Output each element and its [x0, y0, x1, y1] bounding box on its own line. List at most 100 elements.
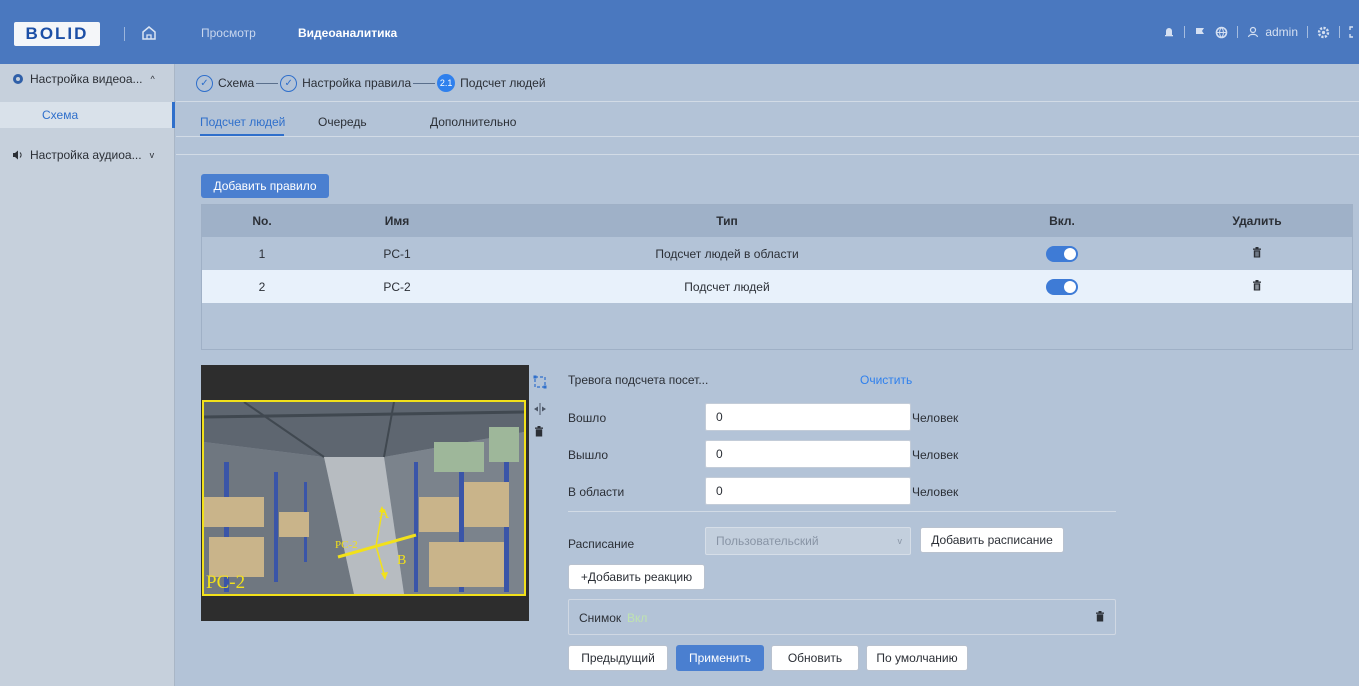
chevron-down-icon: v [149, 150, 155, 160]
divider [1237, 26, 1239, 38]
tab-additional[interactable]: Дополнительно [430, 115, 516, 129]
add-reaction-button[interactable]: +Добавить реакцию [568, 564, 705, 590]
top-right-toolbar: admin [1163, 22, 1359, 42]
nav-video-analytics[interactable]: Видеоаналитика [298, 26, 397, 40]
column-header-enabled: Вкл. [1049, 214, 1075, 228]
table-row[interactable]: 2 PC-2 Подсчет людей [202, 270, 1352, 303]
table-header: No. Имя Тип Вкл. Удалить [202, 205, 1352, 237]
row-number: 2 [258, 279, 266, 294]
divider [176, 101, 1359, 102]
refresh-button[interactable]: Обновить [771, 645, 859, 671]
divider [1184, 26, 1186, 38]
top-bar: BOLID Просмотр Видеоаналитика admin [0, 0, 1359, 64]
sidebar-group-video-analytics[interactable]: Настройка видеоа... ^ [0, 66, 175, 92]
fullscreen-icon[interactable] [1349, 26, 1359, 38]
row-name: PC-2 [383, 279, 411, 294]
entered-label: Вошло [568, 411, 607, 425]
user-icon [1247, 26, 1259, 38]
table-row[interactable]: 1 PC-1 Подсчет людей в области [202, 237, 1352, 270]
divider [176, 136, 1359, 137]
snapshot-label: Снимок [579, 611, 622, 625]
entered-count-field[interactable]: 0 [705, 403, 911, 431]
trash-icon[interactable] [534, 426, 544, 440]
clear-link[interactable]: Очистить [860, 373, 912, 387]
default-button[interactable]: По умолчанию [866, 645, 968, 671]
exited-count-field[interactable]: 0 [705, 440, 911, 468]
sidebar: Настройка видеоа... ^ Схема Настройка ау… [0, 64, 175, 686]
snapshot-reaction: Снимок Вкл [568, 599, 1116, 635]
gear-icon[interactable] [1317, 26, 1330, 39]
check-icon: ✓ [280, 74, 298, 92]
delete-cell [1202, 237, 1312, 270]
main-panel: ✓ Схема ✓ Настройка правила 2.1 Подсчет … [176, 64, 1359, 686]
exited-label: Вышло [568, 448, 609, 462]
apply-button[interactable]: Применить [676, 645, 764, 671]
sidebar-item-scheme[interactable]: Схема [0, 102, 175, 128]
bell-icon[interactable] [1163, 26, 1175, 38]
toggle-cell [1022, 237, 1102, 270]
sidebar-group-label: Настройка видеоа... [30, 72, 143, 86]
enable-toggle[interactable] [1046, 245, 1078, 262]
tab-queue[interactable]: Очередь [318, 115, 367, 129]
check-icon: ✓ [196, 74, 213, 92]
step-people-counting: Подсчет людей [460, 76, 546, 90]
divider [1307, 26, 1308, 38]
previous-button[interactable]: Предыдущий [568, 645, 668, 671]
trash-icon[interactable] [1252, 279, 1262, 294]
column-header-no: No. [252, 214, 272, 228]
divider [124, 27, 125, 41]
wizard-steps: ✓ Схема ✓ Настройка правила 2.1 Подсчет … [196, 74, 546, 92]
brand-logo: BOLID [14, 22, 100, 46]
step-scheme[interactable]: Схема [218, 76, 254, 90]
row-type: Подсчет людей [684, 279, 770, 294]
schedule-label: Расписание [568, 537, 635, 551]
globe-icon[interactable] [1215, 26, 1228, 39]
warehouse-scene [204, 402, 524, 594]
speaker-icon [12, 149, 24, 161]
in-area-count-field[interactable]: 0 [705, 477, 911, 505]
tab-people-counting[interactable]: Подсчет людей [200, 115, 285, 129]
unit-label: Человек [912, 411, 959, 425]
step-number-badge: 2.1 [437, 74, 456, 92]
video-analytics-icon [12, 73, 24, 85]
add-rule-button[interactable]: Добавить правило [201, 174, 329, 198]
rules-table: No. Имя Тип Вкл. Удалить 1 PC-1 Подсчет … [201, 204, 1353, 350]
sidebar-group-audio-analytics[interactable]: Настройка аудиоа... v [0, 142, 175, 168]
sidebar-group-label: Настройка аудиоа... [30, 148, 142, 162]
add-schedule-button[interactable]: Добавить расписание [920, 527, 1064, 553]
user-name[interactable]: admin [1265, 25, 1298, 39]
step-rule-settings[interactable]: Настройка правила [302, 76, 411, 90]
chevron-down-icon: v [897, 536, 903, 546]
step-connector [256, 82, 279, 84]
schedule-select[interactable]: Пользовательский v [705, 527, 911, 555]
row-number: 1 [258, 246, 266, 261]
delete-cell [1202, 270, 1312, 303]
column-header-name: Имя [384, 214, 410, 228]
alarm-label: Тревога подсчета посет... [568, 373, 709, 387]
column-header-delete: Удалить [1232, 214, 1282, 228]
schedule-value: Пользовательский [716, 534, 819, 548]
line-label: PC-2 [335, 539, 358, 551]
divider [1339, 26, 1340, 38]
direction-b-label: B [397, 553, 407, 568]
toggle-cell [1022, 270, 1102, 303]
divider [568, 511, 1116, 512]
flag-icon[interactable] [1194, 26, 1206, 38]
detection-zone[interactable]: A B PC-2 PC-2 [202, 400, 526, 596]
zone-label: PC-2 [206, 572, 246, 593]
in-area-label: В области [568, 485, 625, 499]
row-name: PC-1 [383, 246, 411, 261]
trash-icon[interactable] [1252, 246, 1262, 261]
chevron-up-icon: ^ [150, 74, 155, 84]
column-header-type: Тип [716, 214, 738, 228]
video-preview[interactable]: A B PC-2 PC-2 [201, 365, 529, 621]
draw-area-icon[interactable] [533, 375, 547, 392]
enable-toggle[interactable] [1046, 278, 1078, 295]
home-icon[interactable] [140, 24, 158, 42]
nav-live-view[interactable]: Просмотр [201, 26, 256, 40]
move-line-icon[interactable] [533, 402, 547, 419]
trash-icon[interactable] [1095, 611, 1105, 625]
unit-label: Человек [912, 448, 959, 462]
snapshot-status: Вкл [627, 611, 648, 625]
step-connector [413, 82, 436, 84]
